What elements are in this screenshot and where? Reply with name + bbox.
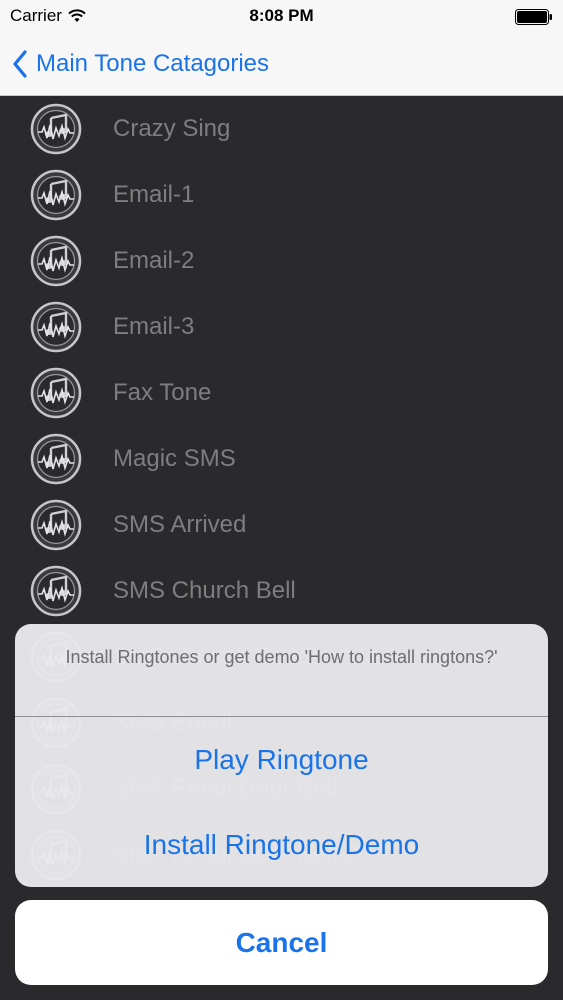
action-sheet-message: Install Ringtones or get demo 'How to in…	[15, 624, 548, 717]
install-ringtone-button[interactable]: Install Ringtone/Demo	[15, 802, 548, 887]
play-ringtone-button[interactable]: Play Ringtone	[15, 717, 548, 802]
cancel-button[interactable]: Cancel	[15, 900, 548, 985]
action-sheet: Install Ringtones or get demo 'How to in…	[15, 624, 548, 887]
